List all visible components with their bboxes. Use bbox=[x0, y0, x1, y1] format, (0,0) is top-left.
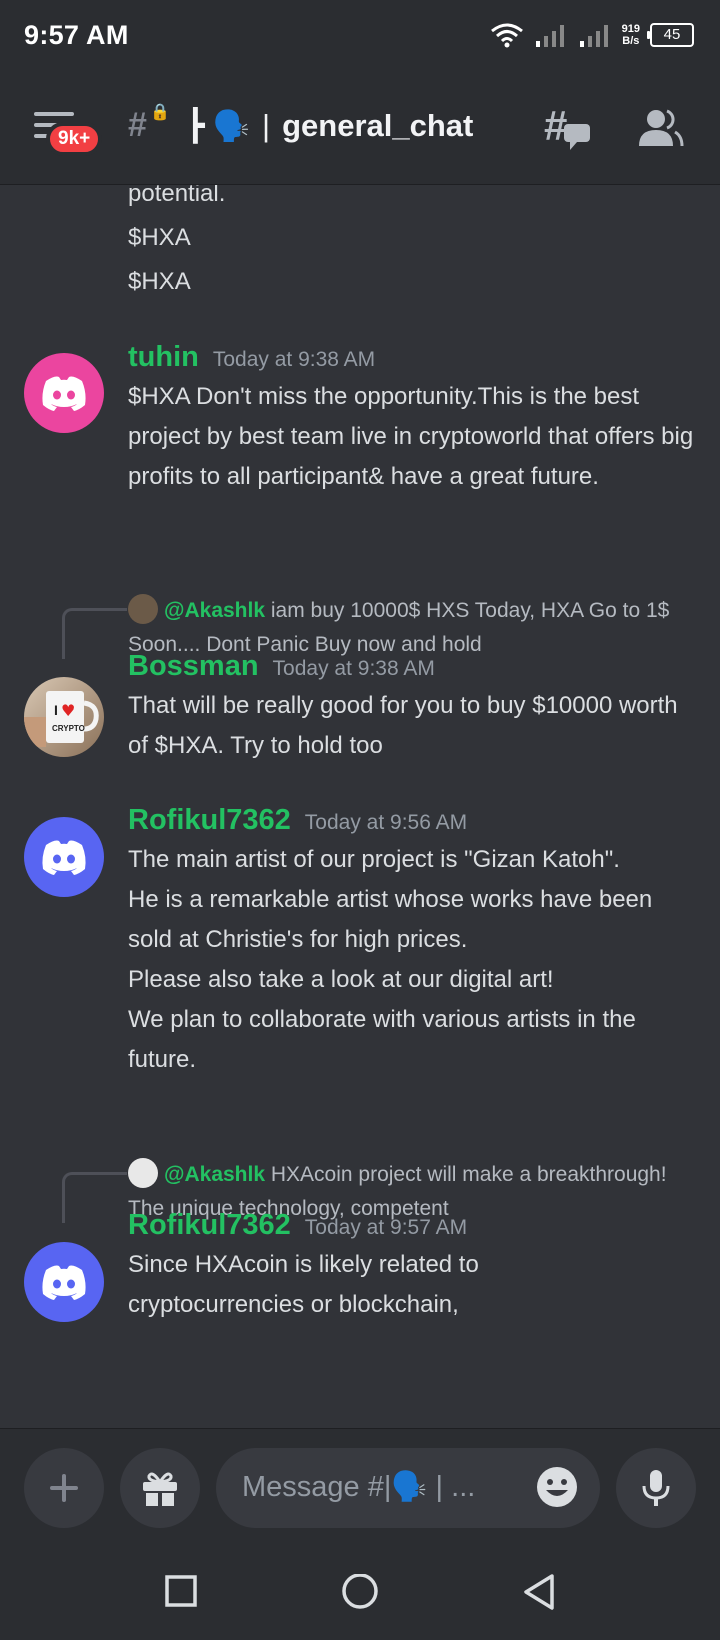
back-triangle-icon[interactable] bbox=[522, 1574, 556, 1614]
message-line: $HXA bbox=[128, 224, 191, 251]
message-line: We plan to collaborate with various arti… bbox=[128, 1006, 636, 1073]
message-line: $HXA bbox=[128, 268, 191, 295]
attach-button[interactable] bbox=[24, 1448, 104, 1528]
avatar[interactable]: I ♥ CRYPTO bbox=[24, 677, 104, 757]
lock-icon: 🔒 bbox=[150, 104, 170, 121]
signal-icon bbox=[535, 25, 564, 47]
recents-square-icon[interactable] bbox=[164, 1574, 198, 1608]
message-line: The main artist of our project is "Gizan… bbox=[128, 846, 620, 873]
message-input[interactable]: Message #|🗣️ | ... bbox=[216, 1448, 600, 1528]
message-line: Please also take a look at our digital a… bbox=[128, 966, 554, 993]
message-content: Since HXAcoin is likely related to crypt… bbox=[128, 1251, 479, 1318]
message-line: potential. bbox=[128, 185, 226, 207]
username[interactable]: Rofikul7362 bbox=[128, 1209, 291, 1242]
message-input-placeholder: Message #|🗣️ | ... bbox=[242, 1471, 476, 1503]
discord-logo-icon bbox=[42, 1265, 86, 1300]
system-navigation-bar bbox=[0, 1546, 720, 1640]
svg-text:CRYPTO: CRYPTO bbox=[52, 724, 85, 733]
status-bar: 9:57 AM 919 B/s 45 bbox=[0, 0, 720, 78]
message-content: $HXA Don't miss the opportunity.This is … bbox=[128, 383, 694, 490]
status-icons: 919 B/s 45 bbox=[490, 22, 694, 48]
avatar[interactable] bbox=[24, 353, 104, 433]
gift-icon bbox=[143, 1472, 177, 1506]
message-line: He is a remarkable artist whose works ha… bbox=[128, 886, 653, 953]
message-header: Rofikul7362 Today at 9:56 AM bbox=[128, 804, 467, 837]
svg-text:#: # bbox=[544, 104, 567, 149]
message-content: That will be really good for you to buy … bbox=[128, 692, 678, 759]
home-circle-icon[interactable] bbox=[340, 1574, 380, 1614]
channel-emoji-prefix: ┣ bbox=[186, 108, 205, 143]
timestamp: Today at 9:38 AM bbox=[272, 657, 435, 680]
channel-separator: | bbox=[262, 108, 271, 143]
network-speed: 919 B/s bbox=[622, 23, 640, 47]
unread-badge: 9k+ bbox=[46, 122, 103, 156]
battery-icon: 45 bbox=[647, 23, 694, 47]
svg-text:I: I bbox=[54, 702, 58, 718]
crypto-mug-icon: I ♥ CRYPTO bbox=[24, 691, 99, 747]
channel-title[interactable]: ┣ 🗣️ | general_chat bbox=[186, 108, 473, 144]
channel-header: 9k+ # 🔒 ┣ 🗣️ | general_chat # bbox=[0, 78, 720, 185]
plus-icon bbox=[50, 1474, 78, 1502]
reply-mention: @Akashlk bbox=[164, 1163, 266, 1186]
members-icon[interactable] bbox=[636, 108, 684, 148]
message-header: Rofikul7362 Today at 9:57 AM bbox=[128, 1209, 467, 1242]
message-list[interactable]: potential. $HXA $HXA tuhin Today at 9:38… bbox=[0, 185, 720, 1428]
avatar[interactable] bbox=[24, 1242, 104, 1322]
message-header: tuhin Today at 9:38 AM bbox=[128, 341, 375, 374]
microphone-icon bbox=[642, 1470, 670, 1506]
speaking-head-icon: 🗣️ bbox=[212, 109, 251, 143]
threads-icon[interactable]: # bbox=[544, 104, 592, 154]
clock: 9:57 AM bbox=[24, 20, 129, 50]
voice-message-button[interactable] bbox=[616, 1448, 696, 1528]
message-continuation: potential. $HXA $HXA bbox=[128, 185, 225, 302]
emoji-icon[interactable] bbox=[534, 1464, 580, 1510]
discord-logo-icon bbox=[42, 840, 86, 875]
username[interactable]: tuhin bbox=[128, 341, 199, 374]
svg-text:♥: ♥ bbox=[61, 701, 75, 720]
reply-connector bbox=[62, 1172, 127, 1223]
locked-channel-hash-icon: # 🔒 bbox=[128, 104, 170, 144]
wifi-icon bbox=[490, 23, 523, 48]
username[interactable]: Rofikul7362 bbox=[128, 804, 291, 837]
avatar[interactable] bbox=[24, 817, 104, 897]
timestamp: Today at 9:57 AM bbox=[304, 1216, 468, 1239]
reply-connector bbox=[62, 608, 127, 659]
timestamp: Today at 9:38 AM bbox=[212, 348, 376, 371]
gift-button[interactable] bbox=[120, 1448, 200, 1528]
network-speed-value: 919 bbox=[621, 23, 640, 35]
network-speed-unit: B/s bbox=[622, 35, 640, 47]
message-header: Bossman Today at 9:38 AM bbox=[128, 650, 435, 683]
battery-level: 45 bbox=[663, 26, 681, 43]
reply-avatar bbox=[128, 594, 158, 624]
reply-mention: @Akashlk bbox=[164, 599, 266, 622]
message-content: The main artist of our project is "Gizan… bbox=[128, 840, 698, 1080]
signal-icon bbox=[579, 25, 608, 47]
message-composer: Message #|🗣️ | ... bbox=[0, 1428, 720, 1547]
channel-name: general_chat bbox=[282, 108, 474, 143]
reply-avatar bbox=[128, 1158, 158, 1188]
timestamp: Today at 9:56 AM bbox=[304, 811, 468, 834]
username[interactable]: Bossman bbox=[128, 650, 259, 683]
discord-logo-icon bbox=[42, 376, 86, 411]
